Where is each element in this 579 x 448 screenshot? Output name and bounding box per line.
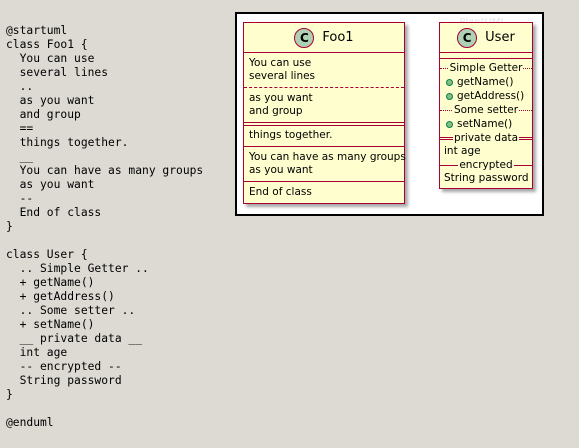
code-line: + getAddress() xyxy=(6,290,115,303)
foo1-section-3: things together. xyxy=(244,126,404,147)
public-method-icon xyxy=(446,120,453,128)
separator-simple-getter: Simple Getter xyxy=(440,62,532,74)
field-row: int age xyxy=(444,145,481,157)
code-line: -- encrypted -- xyxy=(6,360,122,373)
code-line: + getName() xyxy=(6,276,95,289)
code-line: as you want xyxy=(6,94,95,107)
code-line: End of class xyxy=(6,206,102,219)
method-row: getName() xyxy=(440,75,532,89)
foo1-text-line: as you want xyxy=(249,164,313,176)
plantuml-source-code: @startuml class Foo1 { You can use sever… xyxy=(6,24,203,430)
code-line: several lines xyxy=(6,66,109,79)
class-circle-icon: C xyxy=(457,27,478,48)
code-line: String password xyxy=(6,374,122,387)
method-name: setName() xyxy=(457,118,513,130)
public-method-icon xyxy=(446,78,453,86)
foo1-text-line: things together. xyxy=(249,129,333,141)
code-line: as you want xyxy=(6,178,95,191)
code-line: and group xyxy=(6,108,81,121)
method-row: setName() xyxy=(440,117,532,131)
separator-some-setter: Some setter xyxy=(440,104,532,116)
class-foo1-name: Foo1 xyxy=(322,30,354,45)
class-user-name: User xyxy=(485,30,515,45)
foo1-section-1: You can use several lines xyxy=(244,53,404,88)
code-line: things together. xyxy=(6,136,129,149)
foo1-section-4: You can have as many groups as you want xyxy=(244,147,406,182)
code-line: .. Some setter .. xyxy=(6,304,136,317)
class-user-header: C User xyxy=(440,23,532,53)
separator-private-data: private data xyxy=(440,132,532,144)
public-method-icon xyxy=(446,92,453,100)
class-user: C User Simple Getter getName() getAddres… xyxy=(439,22,533,189)
code-line: + setName() xyxy=(6,318,95,331)
foo1-text-line: You can use xyxy=(249,57,312,69)
method-row: getAddress() xyxy=(440,89,532,103)
class-foo1-header: C Foo1 xyxy=(244,23,404,53)
separator-encrypted: encrypted xyxy=(440,159,532,171)
code-line: class User { xyxy=(6,248,88,261)
code-line: .. Simple Getter .. xyxy=(6,262,149,275)
class-foo1: C Foo1 You can use several lines as you … xyxy=(243,22,406,204)
code-line: You can have as many groups xyxy=(6,164,204,177)
code-line: -- xyxy=(6,192,34,205)
code-line: == xyxy=(6,122,34,135)
code-line: You can use xyxy=(6,52,95,65)
code-line: __ xyxy=(6,150,34,163)
code-line: @startuml xyxy=(6,24,68,37)
foo1-text-line: and group xyxy=(249,105,303,117)
foo1-text-line: several lines xyxy=(249,70,316,82)
method-name: getName() xyxy=(457,76,514,88)
code-line: } xyxy=(6,220,13,233)
code-line: __ private data __ xyxy=(6,332,143,345)
foo1-section-2: as you want and group xyxy=(244,88,404,126)
field-row: String password xyxy=(444,172,529,184)
code-line: } xyxy=(6,388,13,401)
code-line: class Foo1 { xyxy=(6,38,88,51)
user-methods-section: Simple Getter getName() getAddress() Som… xyxy=(440,59,532,188)
foo1-text-line: as you want xyxy=(249,92,313,104)
foo1-text-line: You can have as many groups xyxy=(249,151,406,163)
code-line: int age xyxy=(6,346,68,359)
foo1-text-line: End of class xyxy=(249,186,312,198)
class-circle-icon: C xyxy=(294,27,315,48)
method-name: getAddress() xyxy=(457,90,525,102)
code-line: @enduml xyxy=(6,416,54,429)
code-line: .. xyxy=(6,80,34,93)
foo1-section-5: End of class xyxy=(244,182,404,203)
uml-diagram-canvas: PlantUML C Foo1 You can use several line… xyxy=(235,12,544,216)
